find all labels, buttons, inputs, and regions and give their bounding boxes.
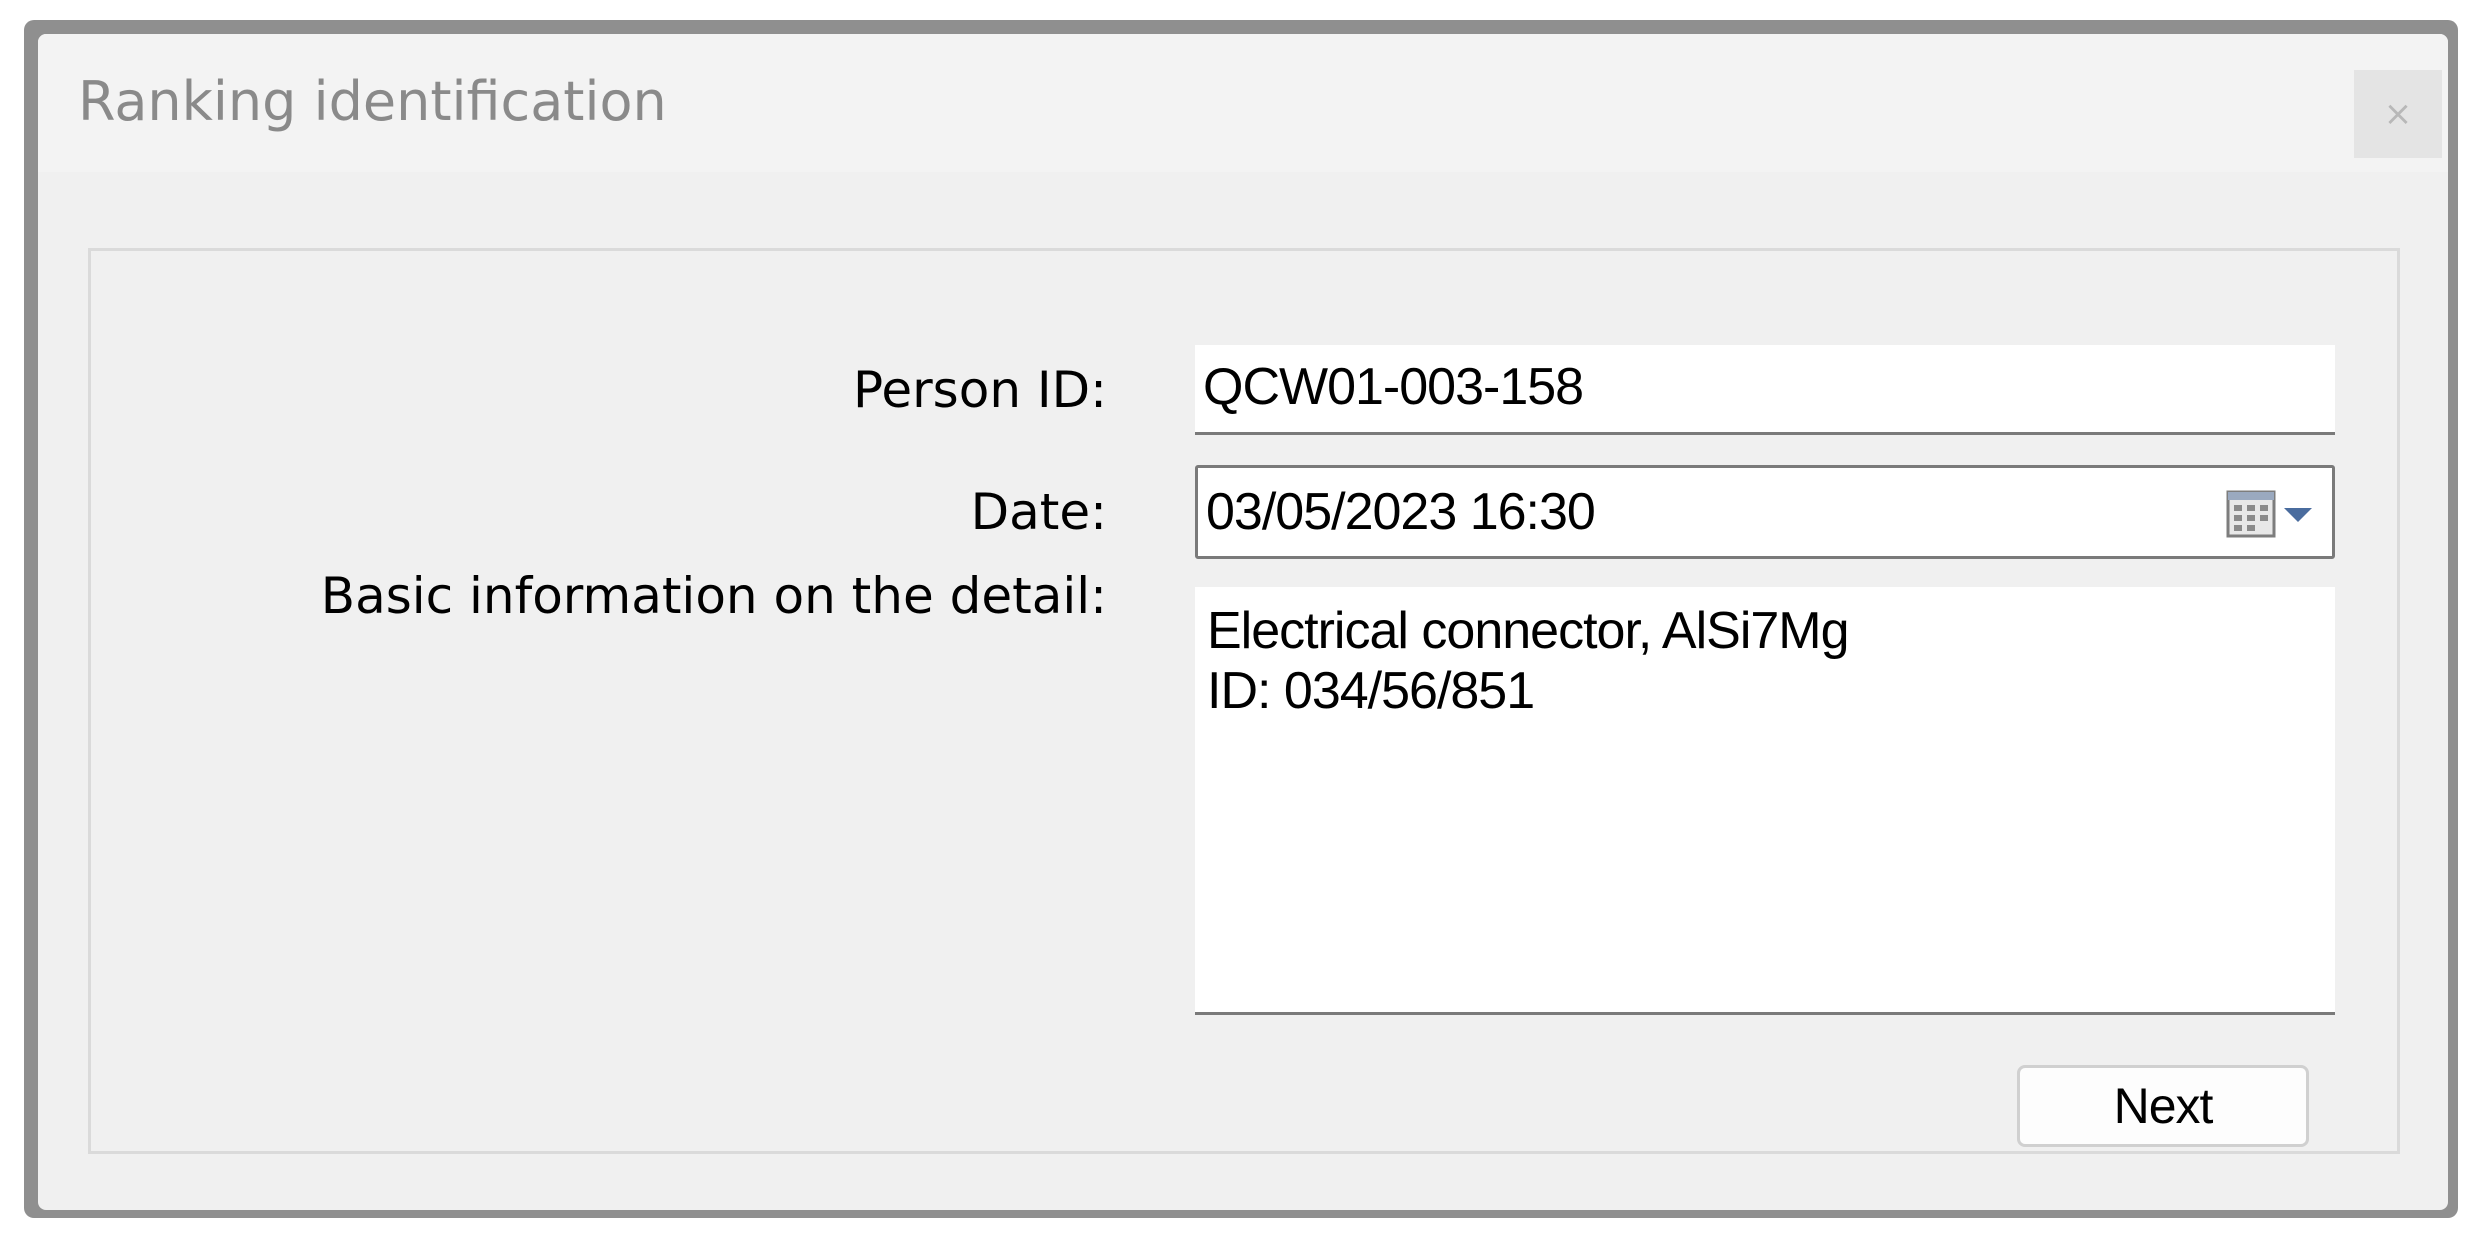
detail-text: Electrical connector, AlSi7Mg ID: 034/56… xyxy=(1207,601,1850,721)
form-panel: Person ID: QCW01-003-158 Date: 03/05/202… xyxy=(88,248,2400,1154)
person-id-input[interactable]: QCW01-003-158 xyxy=(1195,345,2335,435)
detail-line: ID: 034/56/851 xyxy=(1207,662,1535,720)
detail-line: Electrical connector, AlSi7Mg xyxy=(1207,602,1850,660)
date-label: Date: xyxy=(970,483,1107,541)
detail-label: Basic information on the detail: xyxy=(320,567,1107,625)
person-id-label: Person ID: xyxy=(852,361,1107,419)
date-value: 03/05/2023 16:30 xyxy=(1206,483,1596,541)
ranking-identification-dialog: Ranking identification × Person ID: QCW0… xyxy=(38,34,2448,1210)
detail-textarea[interactable]: Electrical connector, AlSi7Mg ID: 034/56… xyxy=(1195,587,2335,1015)
next-button[interactable]: Next xyxy=(2017,1065,2309,1147)
title-bar[interactable]: Ranking identification × xyxy=(38,34,2448,172)
calendar-dropdown-button[interactable] xyxy=(2222,484,2322,544)
close-button[interactable]: × xyxy=(2354,70,2442,158)
date-picker[interactable]: 03/05/2023 16:30 xyxy=(1195,465,2335,559)
window-title: Ranking identification xyxy=(78,70,667,133)
calendar-icon xyxy=(2226,490,2312,538)
person-id-value: QCW01-003-158 xyxy=(1203,358,1584,416)
chevron-down-icon xyxy=(2284,508,2312,522)
